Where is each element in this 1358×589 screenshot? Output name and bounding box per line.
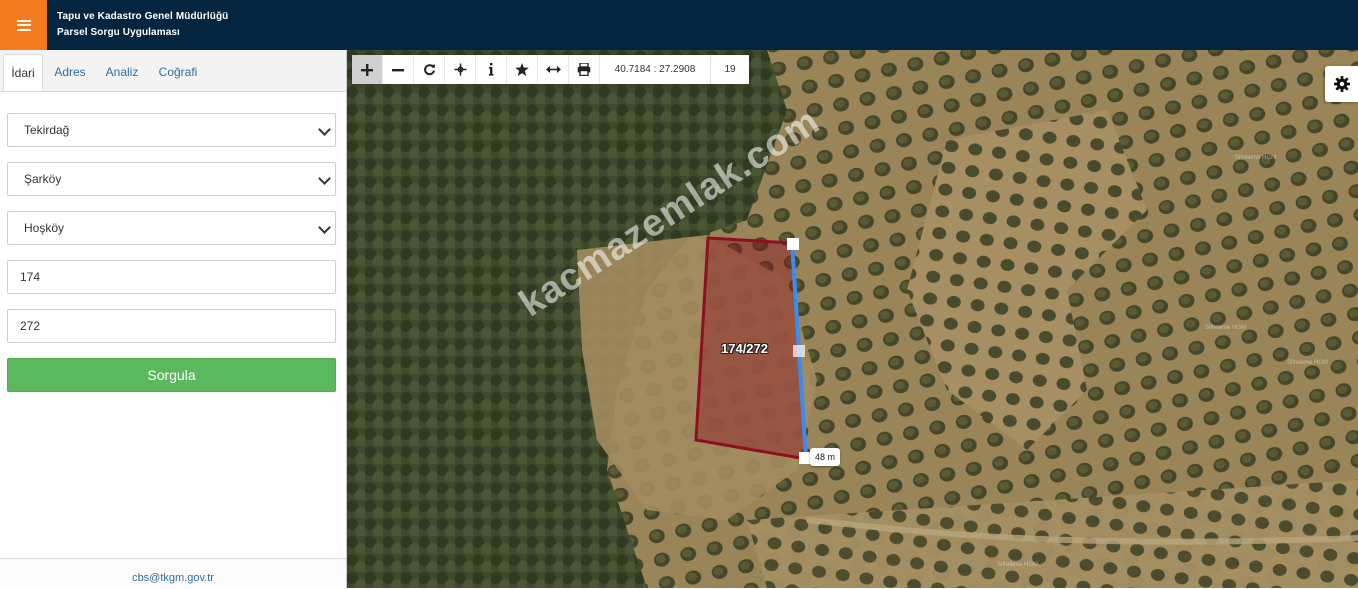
chevron-down-icon: [318, 123, 331, 136]
measure-icon: [545, 66, 561, 73]
contact-email-link[interactable]: cbs@tkgm.gov.tr: [0, 572, 346, 584]
print-icon: [577, 63, 591, 76]
menu-button[interactable]: [0, 0, 47, 50]
zoom-out-button[interactable]: [383, 55, 414, 84]
pan-button[interactable]: [445, 55, 476, 84]
parcel-label: 174/272: [721, 341, 768, 356]
imagery-label: Sifreleme HGM: [1235, 155, 1277, 161]
zoom-in-button[interactable]: [352, 55, 383, 84]
map-view[interactable]: kacmazemlak.com Sifreleme HGM Sifreleme …: [347, 50, 1358, 588]
measure-button[interactable]: [538, 55, 569, 84]
map-toolbar: 40.7184 : 27.2908 19: [352, 55, 749, 84]
minus-icon: [392, 68, 404, 71]
app-title-line1: Tapu ve Kadastro Genel Müdürlüğü: [57, 11, 229, 22]
refresh-button[interactable]: [414, 55, 445, 84]
tab-adres[interactable]: Adres: [48, 54, 92, 91]
measure-label: 48 m: [810, 448, 841, 466]
sidebar-footer: cbs@tkgm.gov.tr: [0, 558, 346, 589]
chevron-down-icon: [318, 221, 331, 234]
info-icon: [489, 63, 494, 76]
midpoint-handle[interactable]: [793, 345, 805, 357]
district-value: Şarköy: [24, 172, 62, 186]
info-button[interactable]: [476, 55, 507, 84]
block-value: 174: [20, 270, 41, 284]
app-title: Tapu ve Kadastro Genel Müdürlüğü Parsel …: [57, 9, 228, 41]
parcel-input[interactable]: 272: [7, 309, 336, 343]
neighborhood-select[interactable]: Hoşköy: [7, 211, 336, 245]
district-select[interactable]: Şarköy: [7, 162, 336, 196]
tab-bar: İdari Adres Analiz Coğrafi: [0, 50, 346, 92]
print-button[interactable]: [569, 55, 600, 84]
chevron-down-icon: [318, 172, 331, 185]
star-icon: [515, 63, 529, 76]
imagery-label: Sifreleme HGM: [1205, 325, 1247, 331]
pan-icon: [454, 63, 466, 76]
province-value: Tekirdağ: [24, 123, 70, 137]
refresh-icon: [423, 64, 435, 76]
plus-icon: [361, 63, 373, 76]
app-title-line2: Parsel Sorgu Uygulaması: [57, 27, 180, 38]
tab-idari[interactable]: İdari: [3, 54, 43, 91]
zoom-level-display: 19: [724, 64, 736, 75]
settings-button[interactable]: [1325, 66, 1358, 102]
favorite-button[interactable]: [507, 55, 538, 84]
imagery-label: Sifreleme HGM: [997, 562, 1039, 568]
vertex-handle[interactable]: [787, 238, 799, 250]
imagery-label: Sifreleme HGM: [1287, 360, 1329, 366]
sidebar: İdari Adres Analiz Coğrafi Tekirdağ Şark…: [0, 50, 347, 589]
gear-icon: [1333, 76, 1350, 92]
app-header: Tapu ve Kadastro Genel Müdürlüğü Parsel …: [0, 0, 1358, 50]
neighborhood-value: Hoşköy: [24, 221, 65, 235]
coordinate-display: 40.7184 : 27.2908: [600, 55, 711, 84]
hamburger-icon: [16, 19, 31, 31]
block-input[interactable]: 174: [7, 260, 336, 294]
tab-cografi[interactable]: Coğrafi: [152, 54, 204, 91]
satellite-imagery: [347, 50, 1358, 588]
province-select[interactable]: Tekirdağ: [7, 113, 336, 147]
tab-analiz[interactable]: Analiz: [100, 54, 144, 91]
parcel-value: 272: [20, 319, 41, 333]
query-button[interactable]: Sorgula: [7, 358, 336, 392]
